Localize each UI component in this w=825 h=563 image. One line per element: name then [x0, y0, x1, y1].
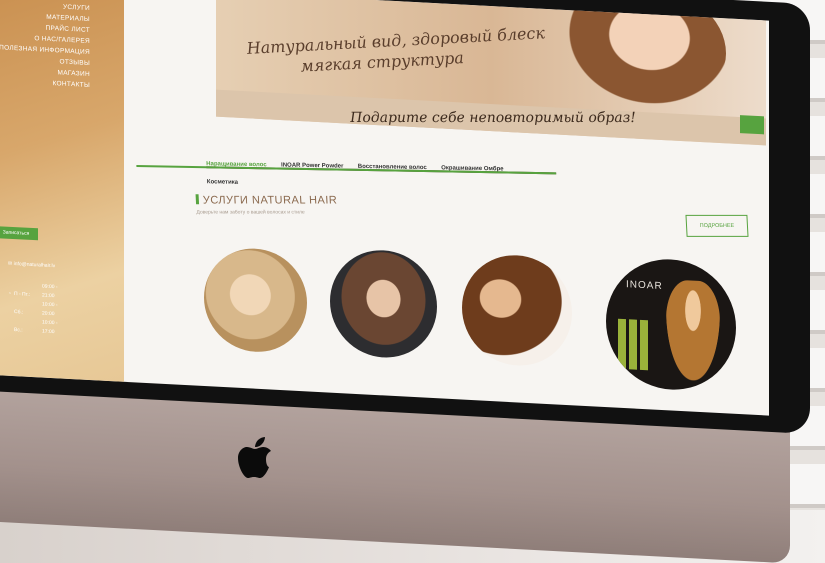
website-screen: УСЛУГИ МАТЕРИАЛЫ ПРАЙС ЛИСТ О НАС/ГАЛЕРЕ… [0, 0, 769, 416]
opening-hours: ◔ П - Пт.:09:00 - 21:00 Сб.:10:00 - 20:00… [8, 281, 70, 338]
hours-days: Вс.: [14, 327, 23, 334]
apple-logo-icon [238, 437, 271, 478]
service-image-blonde[interactable] [204, 246, 307, 355]
service-image-brunette[interactable] [462, 252, 572, 369]
hero-slogan: Подарите себе неповторимый образ! [349, 110, 637, 127]
service-image-curls[interactable] [330, 247, 437, 361]
model-image [666, 279, 720, 383]
email-text[interactable]: info@naturalhair.lv [14, 261, 56, 269]
sidebar-menu: УСЛУГИ МАТЕРИАЛЫ ПРАЙС ЛИСТ О НАС/ГАЛЕРЕ… [0, 0, 90, 91]
hero-next-button[interactable] [740, 115, 764, 135]
more-button[interactable]: ПОДРОБНЕЕ [685, 214, 749, 237]
tab-cosmetics[interactable]: Косметика [207, 179, 238, 186]
services-header: УСЛУГИ NATURAL HAIR Доверьте нам заботу … [195, 194, 339, 216]
title-marker [195, 194, 200, 205]
contact-email: ✉ info@naturalhair.lv [8, 261, 55, 269]
sidebar: УСЛУГИ МАТЕРИАЛЫ ПРАЙС ЛИСТ О НАС/ГАЛЕРЕ… [0, 0, 124, 382]
services-title: УСЛУГИ NATURAL HAIR [195, 194, 338, 207]
service-image-inoar[interactable]: INOAR [606, 256, 736, 393]
hours-time: 10:00 - 20:00 [42, 301, 58, 318]
mail-icon: ✉ [8, 260, 13, 267]
hero-model-image [556, 0, 726, 119]
hours-time: 09:00 - 21:00 [42, 283, 58, 300]
signup-button[interactable]: Записаться [0, 226, 38, 241]
services-title-text: УСЛУГИ NATURAL HAIR [202, 194, 338, 207]
services-subtitle: Доверьте нам заботу о вашей волосах и ст… [196, 209, 305, 216]
service-tabs: Наращивание волос INOAR Power Powder Вос… [136, 152, 557, 186]
hero-banner: Натуральный вид, здоровый блеск мягкая с… [216, 0, 766, 146]
inoar-logo: INOAR [626, 279, 663, 293]
product-bottles [618, 318, 650, 371]
hours-time: 10:00 - 17:00 [42, 319, 58, 336]
